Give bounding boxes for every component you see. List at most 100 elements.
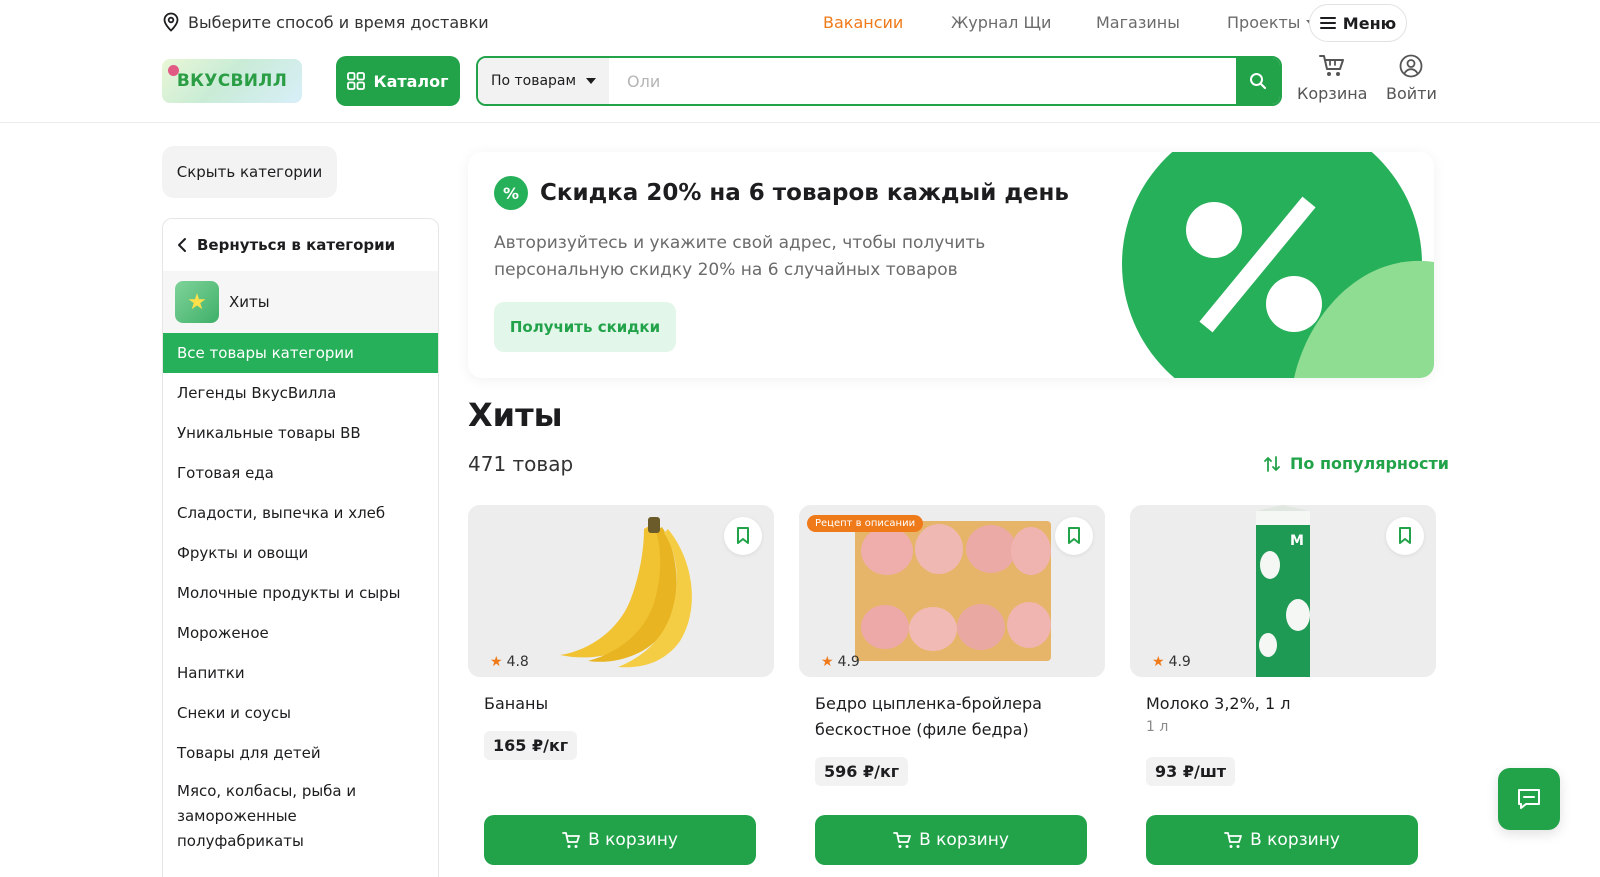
- get-discounts-button[interactable]: Получить скидки: [494, 302, 676, 352]
- search-scope-label: По товарам: [490, 73, 577, 89]
- back-to-categories[interactable]: Вернуться в категории: [163, 219, 438, 271]
- grid-icon: [347, 72, 366, 90]
- nav-link-journal[interactable]: Журнал Щи: [951, 13, 1051, 32]
- cart-icon: [562, 831, 580, 848]
- cart-icon: [1319, 55, 1345, 76]
- discount-banner: % Скидка 20% на 6 товаров каждый день Ав…: [468, 152, 1434, 378]
- hide-categories-button[interactable]: Скрыть категории: [162, 146, 337, 198]
- nav-link-vacancies[interactable]: Вакансии: [823, 13, 903, 32]
- search-bar: По товарам: [476, 56, 1282, 106]
- product-rating: ★ 4.8: [490, 654, 529, 670]
- sidebar-item-kids[interactable]: Товары для детей: [163, 733, 438, 773]
- sidebar-item-legends[interactable]: Легенды ВкусВилла: [163, 373, 438, 413]
- percent-badge-icon: %: [494, 176, 528, 210]
- sidebar-item-meat[interactable]: Мясо, колбасы, рыба и замороженные полуф…: [163, 773, 393, 860]
- page-title: Хиты: [468, 396, 563, 434]
- delivery-selector[interactable]: Выберите способ и время доставки: [162, 12, 489, 32]
- sidebar-item-unique[interactable]: Уникальные товары ВВ: [163, 413, 438, 453]
- product-price: 165 ₽/кг: [484, 731, 578, 760]
- star-icon: ★: [821, 654, 834, 670]
- product-count: 471 товар: [468, 452, 574, 476]
- current-category-label: Хиты: [229, 293, 270, 311]
- banner-title-row: % Скидка 20% на 6 товаров каждый день: [494, 176, 1069, 210]
- add-to-cart-button[interactable]: В корзину: [815, 815, 1087, 865]
- product-image[interactable]: Рецепт в описании ★ 4.9: [799, 505, 1105, 677]
- rating-value: 4.8: [506, 654, 529, 670]
- sidebar-item-snacks[interactable]: Снеки и соусы: [163, 693, 438, 733]
- category-sidebar: Вернуться в категории ★ Хиты Все товары …: [162, 218, 439, 877]
- chat-icon: [1518, 789, 1540, 809]
- recipe-badge: Рецепт в описании: [807, 515, 924, 532]
- product-rating: ★ 4.9: [821, 654, 860, 670]
- sort-button[interactable]: По популярности: [1264, 454, 1449, 473]
- product-name[interactable]: Молоко 3,2%, 1 л: [1146, 691, 1426, 717]
- product-name[interactable]: Бедро цыпленка-бройлера бескостное (филе…: [815, 691, 1095, 743]
- menu-label: Меню: [1342, 13, 1397, 33]
- product-card[interactable]: ★ 4.8 Бананы 165 ₽/кг В корзину: [468, 505, 774, 877]
- svg-text:M: M: [1290, 533, 1304, 549]
- product-card[interactable]: Рецепт в описании ★ 4.9 Бедро цыпленка-б…: [799, 505, 1105, 877]
- add-to-cart-label: В корзину: [1250, 830, 1340, 850]
- product-image[interactable]: M ★ 4.9: [1130, 505, 1436, 677]
- favorite-button[interactable]: [1386, 517, 1424, 555]
- bookmark-icon: [737, 527, 749, 544]
- product-card[interactable]: M ★ 4.9 Молоко 3,2%, 1 л 1 л 93 ₽/шт В к…: [1130, 505, 1436, 877]
- menu-button[interactable]: Меню: [1309, 4, 1407, 42]
- top-bar: Выберите способ и время доставки Ваканси…: [0, 0, 1600, 46]
- cart-link[interactable]: Корзина: [1297, 54, 1367, 103]
- chevron-left-icon: [178, 238, 186, 252]
- search-input[interactable]: [609, 58, 1236, 104]
- back-label: Вернуться в категории: [197, 236, 396, 254]
- percent-sticker-illustration: [1122, 152, 1434, 378]
- add-to-cart-label: В корзину: [588, 830, 678, 850]
- sidebar-item-fruits[interactable]: Фрукты и овощи: [163, 533, 438, 573]
- cart-label: Корзина: [1297, 84, 1368, 103]
- logo[interactable]: ВКУСВИЛЛ: [162, 59, 302, 103]
- bookmark-icon: [1399, 527, 1411, 544]
- rating-value: 4.9: [1168, 654, 1191, 670]
- support-chat-button[interactable]: [1498, 768, 1560, 830]
- search-button[interactable]: [1236, 58, 1280, 104]
- product-name[interactable]: Бананы: [484, 691, 764, 717]
- cart-icon: [1224, 831, 1242, 848]
- product-unit: 1 л: [1146, 719, 1169, 735]
- banner-title: Скидка 20% на 6 товаров каждый день: [540, 180, 1069, 206]
- sidebar-item-sweets[interactable]: Сладости, выпечка и хлеб: [163, 493, 438, 533]
- sidebar-item-all[interactable]: Все товары категории: [163, 333, 438, 373]
- add-to-cart-button[interactable]: В корзину: [1146, 815, 1418, 865]
- catalog-button[interactable]: Каталог: [336, 56, 460, 106]
- category-thumbnail: ★: [175, 281, 219, 323]
- favorite-button[interactable]: [724, 517, 762, 555]
- product-rating: ★ 4.9: [1152, 654, 1191, 670]
- main-header: ВКУСВИЛЛ Каталог По товарам Корз: [0, 46, 1600, 123]
- search-scope-select[interactable]: По товарам: [478, 58, 609, 104]
- cart-icon: [893, 831, 911, 848]
- add-to-cart-button[interactable]: В корзину: [484, 815, 756, 865]
- star-icon: ★: [1152, 654, 1165, 670]
- delivery-label: Выберите способ и время доставки: [188, 12, 489, 32]
- star-icon: ★: [490, 654, 503, 670]
- rating-value: 4.9: [837, 654, 860, 670]
- favorite-button[interactable]: [1055, 517, 1093, 555]
- caret-down-icon: [586, 78, 597, 84]
- sidebar-item-ice-cream[interactable]: Мороженое: [163, 613, 438, 653]
- nav-link-stores[interactable]: Магазины: [1096, 13, 1180, 32]
- product-image[interactable]: ★ 4.8: [468, 505, 774, 677]
- projects-label: Проекты: [1227, 13, 1301, 32]
- login-label: Войти: [1386, 84, 1437, 103]
- magnifier-icon: [1250, 73, 1267, 90]
- catalog-label: Каталог: [373, 71, 449, 91]
- sidebar-item-ready-food[interactable]: Готовая еда: [163, 453, 438, 493]
- sidebar-item-dairy[interactable]: Молочные продукты и сыры: [163, 573, 438, 613]
- sort-label: По популярности: [1290, 454, 1449, 473]
- user-icon: [1400, 54, 1423, 78]
- login-link[interactable]: Войти: [1386, 54, 1437, 103]
- product-price: 596 ₽/кг: [815, 757, 909, 786]
- nav-link-projects[interactable]: Проекты: [1227, 13, 1317, 32]
- current-category: ★ Хиты: [163, 271, 438, 333]
- sidebar-item-drinks[interactable]: Напитки: [163, 653, 438, 693]
- product-price: 93 ₽/шт: [1146, 757, 1236, 786]
- add-to-cart-label: В корзину: [919, 830, 1009, 850]
- banner-text: Авторизуйтесь и укажите свой адрес, чтоб…: [494, 233, 986, 280]
- sort-arrows-icon: [1264, 455, 1280, 472]
